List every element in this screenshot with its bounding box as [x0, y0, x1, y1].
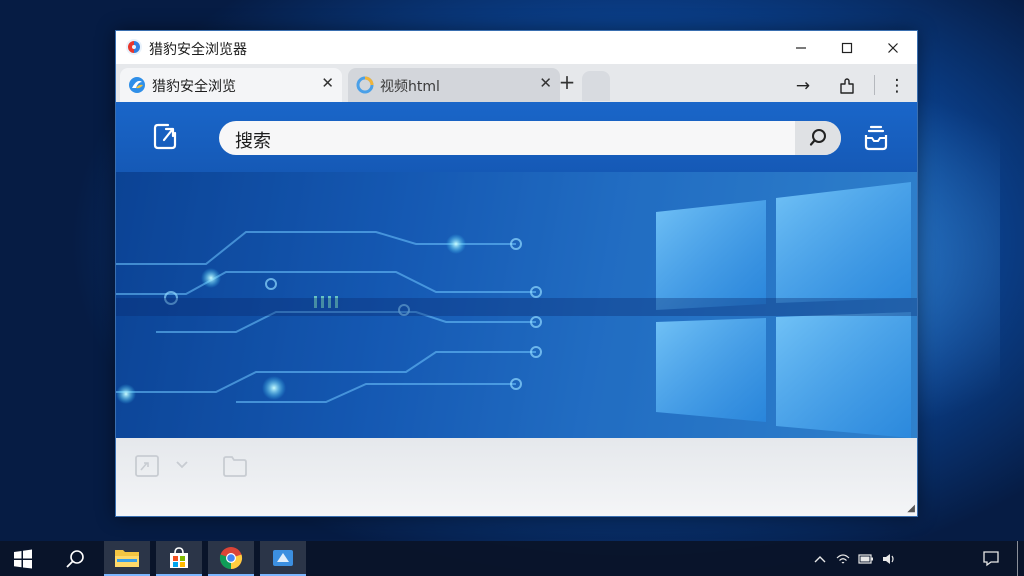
taskbar-chrome[interactable]	[208, 541, 254, 576]
taskbar-file-explorer[interactable]	[104, 541, 150, 576]
search-icon	[66, 549, 84, 568]
circuit-wallpaper-graphic	[116, 172, 917, 438]
extension-button[interactable]	[831, 71, 863, 101]
title-bar[interactable]: 猎豹安全浏览器	[116, 31, 917, 64]
maximize-button[interactable]	[824, 31, 870, 64]
search-icon	[809, 129, 826, 146]
taskbar	[0, 541, 1024, 576]
bottom-toolbar: ◢	[116, 438, 917, 516]
inbox-icon[interactable]	[861, 124, 891, 154]
taskbar-cheetah-browser[interactable]	[260, 541, 306, 576]
folder-icon[interactable]	[222, 454, 248, 478]
search-input[interactable]: 搜索	[219, 121, 841, 155]
chevron-down-icon[interactable]	[174, 457, 190, 473]
tab-strip-edge	[582, 71, 610, 101]
tab-video-html[interactable]: 视频html ✕	[348, 68, 560, 102]
loading-globe-icon	[356, 76, 374, 94]
start-button[interactable]	[0, 541, 46, 576]
tab-cheetah-home[interactable]: 猎豹安全浏览 ✕	[120, 68, 342, 102]
notification-icon[interactable]	[982, 550, 1000, 567]
minimize-button[interactable]	[778, 31, 824, 64]
new-tab-button[interactable]: +	[554, 69, 580, 95]
maximize-icon	[841, 42, 853, 53]
resize-grip-icon[interactable]: ◢	[907, 503, 915, 514]
battery-icon[interactable]	[858, 554, 874, 564]
search-placeholder: 搜索	[235, 131, 271, 152]
tab-close-icon[interactable]: ✕	[539, 74, 552, 92]
volume-icon[interactable]	[882, 552, 896, 566]
file-explorer-icon	[115, 549, 139, 567]
homepage-header: 搜索	[116, 102, 917, 172]
cheetah-browser-logo-icon	[129, 77, 145, 93]
windows-start-icon	[14, 549, 32, 568]
puzzle-icon	[840, 78, 854, 94]
image-file-icon[interactable]	[134, 454, 160, 478]
show-desktop-divider[interactable]	[1017, 541, 1018, 576]
chrome-icon	[219, 546, 243, 569]
tab-close-icon[interactable]: ✕	[321, 74, 334, 92]
forward-button[interactable]: →	[787, 71, 819, 101]
cheetah-browser-logo-icon	[126, 39, 142, 55]
toolbar-divider	[874, 75, 875, 95]
taskbar-store[interactable]	[156, 541, 202, 576]
browser-window: 猎豹安全浏览器 猎豹安全浏览 ✕ 视频html ✕ + → ⋮ 搜索 ◢	[115, 30, 918, 517]
chevron-up-icon[interactable]	[814, 554, 826, 564]
window-title: 猎豹安全浏览器	[149, 42, 247, 58]
tab-label: 猎豹安全浏览	[152, 79, 236, 95]
share-export-icon[interactable]	[150, 121, 180, 151]
close-icon	[888, 42, 898, 53]
tab-label: 视频html	[380, 79, 440, 95]
search-button[interactable]	[795, 121, 841, 155]
close-button[interactable]	[870, 31, 916, 64]
network-icon[interactable]	[836, 553, 850, 565]
hero-background-image	[116, 172, 917, 438]
cheetah-browser-icon	[273, 549, 293, 566]
store-icon	[170, 546, 188, 568]
taskbar-search-button[interactable]	[52, 541, 98, 576]
menu-button[interactable]: ⋮	[881, 71, 913, 101]
minimize-icon	[796, 46, 806, 49]
